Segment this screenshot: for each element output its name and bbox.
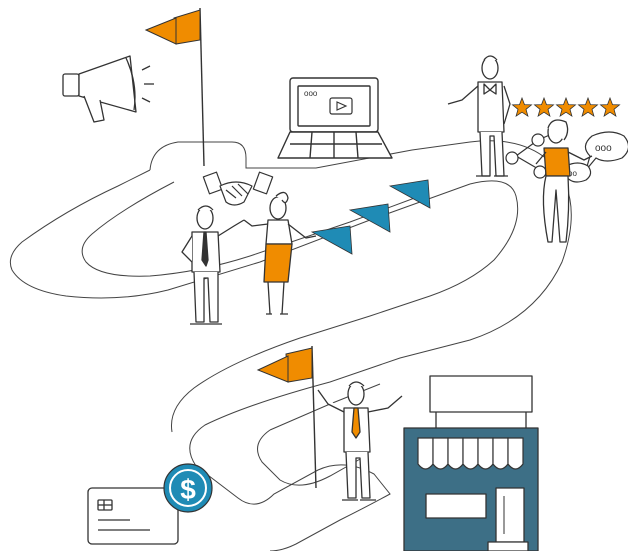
chat-bubble-text: ooo (595, 143, 612, 154)
handshake-icon (202, 171, 274, 206)
store-awning (417, 437, 524, 470)
laptop-window-dots: ooo (304, 89, 318, 98)
star-icon (511, 96, 533, 118)
celebrating-man (317, 381, 403, 501)
star-icon (555, 96, 577, 118)
awning-scallop (507, 437, 524, 470)
awning-scallop (477, 437, 494, 470)
star-icon (599, 96, 621, 118)
awning-scallop (492, 437, 509, 470)
awning-scallop (447, 437, 464, 470)
road-pennants (310, 179, 431, 255)
credit-card-icon (87, 487, 179, 545)
businessman (181, 205, 245, 325)
laptop-icon: ooo (277, 77, 393, 159)
awning-scallop (432, 437, 449, 470)
star-icon (533, 96, 555, 118)
businesswoman (243, 191, 317, 315)
rating-stars (511, 96, 621, 118)
star-icon (577, 96, 599, 118)
awning-scallop (462, 437, 479, 470)
chat-bubble-icon: ooo oo (563, 131, 628, 183)
pennant-icon (388, 179, 431, 209)
presenter-man (447, 55, 511, 177)
dollar-coin-icon: $ (163, 463, 213, 513)
awning-scallop (417, 437, 434, 470)
pennant-icon (348, 203, 391, 233)
megaphone-icon (62, 55, 154, 123)
play-icon (329, 97, 353, 115)
dollar-sign: $ (180, 474, 196, 505)
customer-journey-illustration: ooo ooo oo $ (9, 7, 628, 551)
